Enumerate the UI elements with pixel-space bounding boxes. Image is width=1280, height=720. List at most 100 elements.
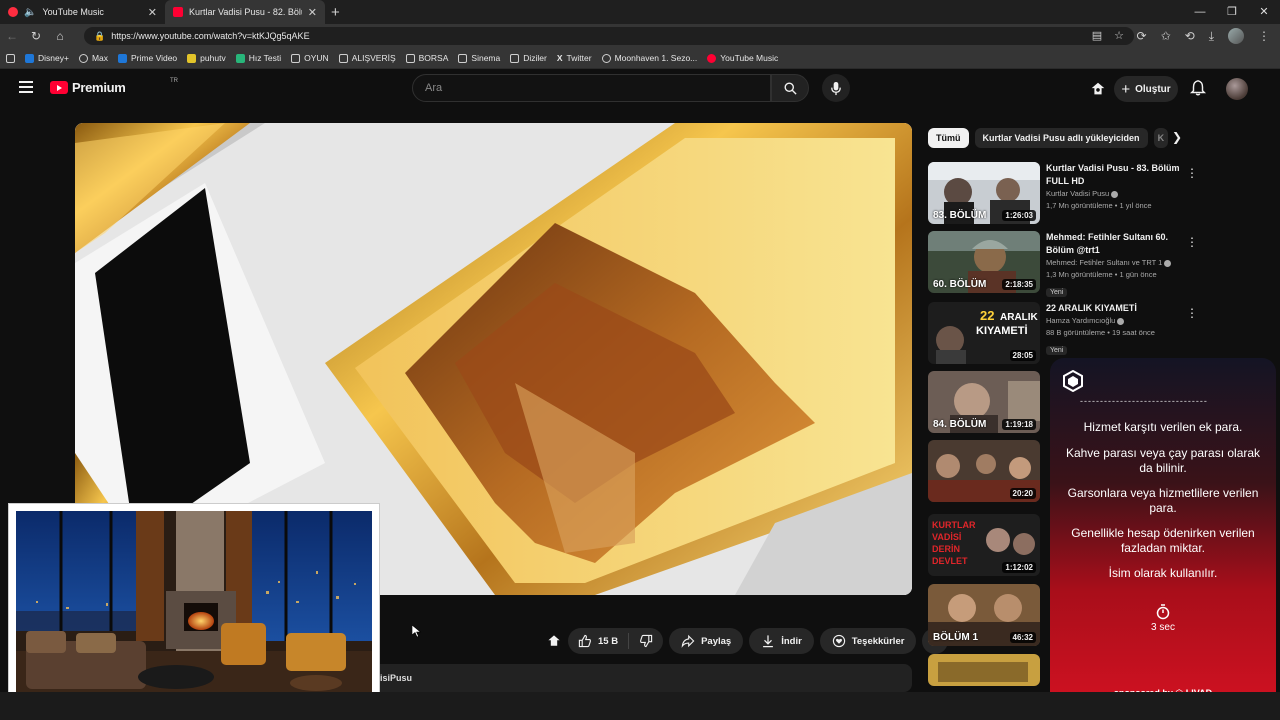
kebab-menu-icon[interactable]: ⋮ [1186,235,1198,249]
bookmark-folder-diziler[interactable]: Diziler [510,53,547,63]
like-button[interactable]: 15 B [568,628,628,654]
bookmark-twitter[interactable]: X Twitter [557,53,592,63]
favorite-star-icon[interactable]: ☆ [1114,29,1124,42]
recommendation-info: Kurtlar Vadisi Pusu - 83. Bölüm FULL HD … [1046,162,1180,212]
search-button[interactable] [771,74,809,102]
more-menu-icon[interactable]: ⋮ [1258,29,1270,43]
download-label: İndir [781,635,802,647]
chip-more[interactable]: K [1153,128,1168,148]
bookmark-youtube-music[interactable]: YouTube Music [707,53,778,63]
bookmarks-menu-icon[interactable] [6,53,15,63]
kebab-menu-icon[interactable]: ⋮ [1186,306,1198,320]
divider-dashes: -------------------------------- [1080,396,1208,406]
browser-tab-strip: 🔈 YouTube Music ✕ Kurtlar Vadisi Pusu - … [0,0,1280,24]
countdown-text: 3 sec [1151,622,1175,633]
chip-all[interactable]: Tümü [928,128,969,148]
bookmark-disney[interactable]: Disney+ [25,53,69,63]
minimize-icon[interactable]: — [1184,0,1216,24]
favorites-icon[interactable]: ✩ [1161,29,1171,43]
tab-title: YouTube Music [42,7,104,17]
recommendation-item[interactable]: 22 ARALIK KIYAMETİ 28:05 22 ARALIK KIYAMET… [928,302,1273,364]
channel-name[interactable]: Mehmed: Fetihler Sultanı ve TRT 1 [1046,257,1180,269]
thumbnail[interactable]: 84. BÖLÜM 1:19:18 [928,371,1040,433]
new-tab-icon[interactable]: + [331,4,340,21]
thumbnail[interactable]: 22 ARALIK KIYAMETİ 28:05 [928,302,1040,364]
video-title[interactable]: 22 ARALIK KIYAMETİ [1046,302,1180,315]
thumbnail[interactable]: 60. BÖLÜM 2:18:35 [928,231,1040,293]
thumbnail[interactable] [928,654,1040,686]
tab-active-video[interactable]: Kurtlar Vadisi Pusu - 82. Bölüm F... ✕ [165,0,325,24]
video-title[interactable]: Kurtlar Vadisi Pusu - 83. Bölüm FULL HD [1046,162,1180,188]
history-icon[interactable]: ⟲ [1185,29,1195,43]
svg-text:KURTLAR: KURTLAR [932,520,976,530]
window-controls: — ❐ ✕ [1184,0,1280,24]
thumbnail[interactable]: KURTLAR VADİSİ DERİN DEVLET 1:12:02 [928,514,1040,576]
share-button[interactable]: Paylaş [669,628,744,654]
disney-icon [25,53,34,63]
youtube-premium-logo[interactable]: Premium TR [50,78,178,95]
download-button[interactable]: İndir [749,628,814,654]
recommendation-item[interactable]: 83. BÖLÜM 1:26:03 Kurtlar Vadisi Pusu - … [928,162,1273,224]
thumbs-up-icon [578,634,591,648]
search-icon [784,82,797,95]
restore-icon[interactable]: ❐ [1216,0,1248,24]
bookmark-moonhaven[interactable]: Moonhaven 1. Sezo... [601,53,697,63]
voice-search-button[interactable] [822,74,850,102]
youtube-masthead: Premium TR Ara + Oluştur [0,70,1280,108]
create-button[interactable]: + Oluştur [1114,76,1178,102]
thanks-button[interactable]: Teşekkürler [819,628,917,654]
notifications-bell-icon[interactable] [1189,79,1207,97]
close-tab-icon[interactable]: ✕ [148,6,157,19]
downloads-icon[interactable]: ⤓ [1209,29,1214,44]
youtube-music-icon [707,53,717,63]
thumbnail[interactable]: 83. BÖLÜM 1:26:03 [928,162,1040,224]
dislike-button[interactable] [629,628,663,654]
bookmark-prime-video[interactable]: Prime Video [118,53,177,63]
video-title[interactable]: Mehmed: Fetihler Sultanı 60. Bölüm @trt1 [1046,231,1180,257]
url-field[interactable]: 🔒 https://www.youtube.com/watch?v=ktKJQg… [84,27,1134,45]
new-badge: Yeni [1046,288,1068,297]
filter-chips: Tümü Kurtlar Vadisi Pusu adlı yükleyicid… [928,128,1168,148]
bookmark-folder-borsa[interactable]: BORSA [405,53,448,63]
extension-icon[interactable]: ⟳ [1137,29,1147,43]
channel-name[interactable]: Hamza Yardımcıoğlu [1046,315,1180,327]
search-input[interactable]: Ara [412,74,771,102]
promo-line: Kahve parası veya çay parası olarak da b… [1065,446,1261,475]
bookmark-folder-sinema[interactable]: Sinema [458,53,500,63]
channel-name[interactable]: Kurtlar Vadisi Pusu [1046,188,1180,200]
account-avatar[interactable] [1226,78,1248,100]
back-icon[interactable]: ← [0,29,24,43]
tab-youtube-music[interactable]: 🔈 YouTube Music ✕ [0,0,165,24]
plus-icon: + [1121,80,1131,98]
bookmark-folder-alisveris[interactable]: ALIŞVERİŞ [338,53,396,63]
profile-icon[interactable] [1228,28,1244,44]
thumbnail-overlay-text: 60. BÖLÜM [933,279,987,290]
bookmark-speedtest[interactable]: Hız Testi [235,53,281,63]
recommendation-item[interactable]: 60. BÖLÜM 2:18:35 Mehmed: Fetihler Sulta… [928,231,1273,297]
chip-uploader[interactable]: Kurtlar Vadisi Pusu adlı yükleyiciden [974,128,1148,148]
reader-view-icon[interactable]: ▤ [1092,29,1102,42]
like-count: 15 B [598,635,619,647]
thumbnail[interactable]: 20:20 [928,440,1040,502]
close-tab-icon[interactable]: ✕ [308,6,317,19]
bookmarks-bar: Disney+ Max Prime Video puhutv Hız Testi… [0,48,1280,69]
chevron-right-icon[interactable]: ❯ [1172,130,1182,144]
bookmark-folder-oyun[interactable]: OYUN [291,53,329,63]
thumbnail[interactable]: BÖLÜM 1 46:32 [928,584,1040,646]
duration-badge: 1:12:02 [1002,562,1036,573]
hamburger-menu-icon[interactable] [19,81,33,96]
bookmark-puhutv[interactable]: puhutv [187,53,226,63]
sparkle-extension-icon[interactable] [546,633,562,649]
verified-icon [1111,190,1119,198]
close-window-icon[interactable]: ✕ [1248,0,1280,24]
home-icon[interactable]: ⌂ [48,29,72,43]
bookmark-max[interactable]: Max [78,53,108,63]
sparkle-extension-icon[interactable] [1089,80,1107,98]
reload-icon[interactable]: ↻ [24,29,48,43]
lock-icon[interactable]: 🔒 [94,31,105,42]
speaker-icon[interactable]: 🔈 [24,7,36,18]
kebab-menu-icon[interactable]: ⋮ [1186,166,1198,180]
sponsored-overlay[interactable]: -------------------------------- Hizmet … [1050,358,1276,714]
create-label: Oluştur [1135,83,1171,95]
thumbnail-overlay-text: 83. BÖLÜM [933,210,987,221]
